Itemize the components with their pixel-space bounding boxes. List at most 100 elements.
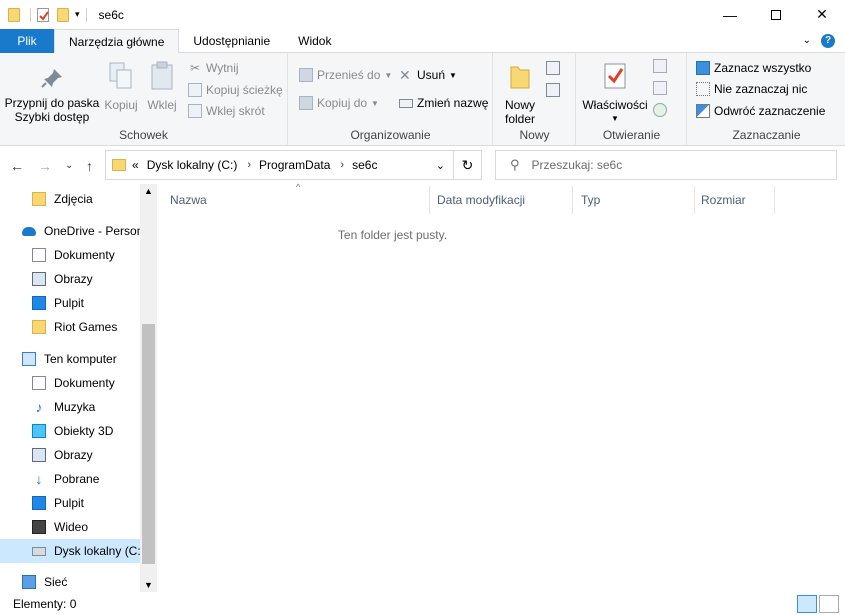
divider [30, 7, 31, 22]
nav-item[interactable]: Zdjęcia [0, 187, 140, 211]
nav-item[interactable]: Obrazy [0, 267, 140, 291]
column-name[interactable]: Nazwa [170, 186, 430, 214]
new-folder-icon[interactable] [57, 7, 69, 22]
tab-share[interactable]: Udostępnianie [179, 29, 284, 53]
paste-button[interactable]: Wklej [144, 61, 180, 112]
scroll-down-icon[interactable]: ▼ [144, 580, 153, 590]
scrollbar-thumb[interactable] [142, 324, 155, 564]
address-overflow[interactable]: « [132, 158, 139, 172]
nav-item[interactable]: Obiekty 3D [0, 419, 140, 443]
documents-icon [32, 376, 46, 390]
back-arrow-icon[interactable]: ← [10, 158, 24, 174]
address-bar[interactable]: « Dysk lokalny (C:) › ProgramData › se6c… [105, 150, 482, 180]
help-icon[interactable]: ? [821, 33, 835, 48]
nav-item-label: OneDrive - Person [44, 224, 140, 238]
nav-item[interactable]: Wideo [0, 515, 140, 539]
nav-item[interactable]: Riot Games [0, 315, 140, 339]
nav-item[interactable]: Obrazy [0, 443, 140, 467]
nav-item-label: Muzyka [54, 400, 96, 414]
new-item-button[interactable] [546, 61, 568, 77]
new-folder-button[interactable]: Nowy folder [498, 61, 542, 126]
large-icons-view-button[interactable] [819, 595, 839, 613]
search-box[interactable]: ⚲ Przeszukaj: se6c [495, 150, 837, 180]
open-button[interactable] [653, 59, 667, 73]
column-size[interactable]: Rozmiar [701, 186, 775, 214]
up-arrow-icon[interactable]: ↑ [86, 158, 93, 174]
copy-icon [109, 62, 132, 89]
nav-item[interactable]: Sieć [0, 570, 140, 592]
minimize-button[interactable]: — [707, 0, 753, 29]
column-date-modified[interactable]: Data modyfikacji [437, 186, 573, 214]
cut-button[interactable]: ✂ Wytnij [188, 61, 239, 75]
column-type[interactable]: Typ [581, 186, 695, 214]
chevron-right-icon[interactable]: › [247, 159, 251, 171]
breadcrumb-segment[interactable]: Dysk lokalny (C:) [147, 158, 238, 172]
copy-button[interactable]: Kopiuj [102, 61, 140, 112]
close-button[interactable]: ✕ [799, 0, 845, 29]
breadcrumb-segment[interactable]: se6c [352, 158, 377, 172]
refresh-icon[interactable]: ↻ [453, 151, 481, 179]
nav-item-label: Dysk lokalny (C:) [54, 544, 140, 558]
forward-arrow-icon[interactable]: → [38, 158, 52, 174]
delete-button[interactable]: ✕ Usuń ▼ [399, 68, 457, 82]
move-to-button[interactable]: Przenieś do ▼ [299, 68, 392, 82]
select-all-button[interactable]: Zaznacz wszystko [696, 61, 811, 75]
maximize-button[interactable] [753, 0, 799, 29]
recent-locations-icon[interactable]: ⌄ [65, 160, 73, 171]
documents-icon [32, 248, 46, 262]
easy-access-button[interactable] [546, 83, 568, 99]
ribbon-tabs: Plik Narzędzia główne Udostępnianie Wido… [0, 29, 845, 54]
tab-file[interactable]: Plik [0, 29, 54, 53]
delete-label: Usuń [417, 68, 446, 82]
nav-item[interactable]: Dokumenty [0, 243, 140, 267]
collapse-ribbon-icon[interactable]: ⌄ [803, 35, 811, 46]
pin-quick-access-button[interactable]: Przypnij do paska Szybki dostęp [4, 67, 100, 124]
nav-item[interactable]: Pulpit [0, 291, 140, 315]
item-count: Elementy: 0 [13, 596, 77, 611]
status-bar: Elementy: 0 [0, 592, 845, 615]
folder-icon [32, 192, 46, 206]
nav-item[interactable]: Dokumenty [0, 371, 140, 395]
properties-icon[interactable] [37, 7, 49, 22]
chevron-down-icon: ▼ [611, 114, 619, 123]
search-input[interactable]: Przeszukaj: se6c [532, 158, 623, 172]
folder-icon [8, 7, 20, 22]
scroll-up-icon[interactable]: ▲ [144, 186, 153, 196]
copy-to-button[interactable]: Kopiuj do ▼ [299, 96, 379, 110]
nav-item[interactable]: ♪ Muzyka [0, 395, 140, 419]
nav-item-label: Pulpit [54, 296, 85, 310]
rename-button[interactable]: Zmień nazwę [399, 96, 488, 110]
customize-toolbar-icon[interactable]: ▾ [75, 9, 80, 20]
properties-icon [604, 63, 626, 89]
breadcrumb-segment[interactable]: ProgramData [259, 158, 330, 172]
select-none-label: Nie zaznaczaj nic [714, 82, 808, 96]
paste-shortcut-button[interactable]: Wklej skrót [188, 104, 265, 118]
tab-view[interactable]: Widok [284, 29, 345, 53]
address-dropdown-icon[interactable]: ⌄ [428, 159, 453, 172]
nav-item[interactable]: Ten komputer [0, 347, 140, 371]
chevron-right-icon[interactable]: › [340, 159, 344, 171]
nav-item[interactable]: ↓ Pobrane [0, 467, 140, 491]
cut-label: Wytnij [206, 61, 239, 75]
history-button[interactable] [653, 103, 667, 117]
objects-3d-icon [32, 424, 46, 438]
select-none-icon [696, 82, 710, 96]
empty-folder-message: Ten folder jest pusty. [337, 228, 448, 242]
copy-path-button[interactable]: Kopiuj ścieżkę [188, 83, 283, 97]
edit-button[interactable] [653, 81, 667, 95]
invert-selection-button[interactable]: Odwróć zaznaczenie [696, 104, 825, 118]
paste-icon [151, 61, 173, 90]
properties-button[interactable]: Właściwości ▼ [581, 61, 649, 126]
group-organize: Przenieś do ▼ Kopiuj do ▼ ✕ Usuń ▼ Zmień na… [289, 53, 493, 146]
nav-item[interactable]: Pulpit [0, 491, 140, 515]
group-new: Nowy folder Nowy [494, 53, 576, 146]
nav-item-label: Obrazy [54, 272, 93, 286]
nav-item[interactable]: Dysk lokalny (C:) [0, 539, 140, 563]
select-none-button[interactable]: Nie zaznaczaj nic [696, 82, 807, 96]
details-view-button[interactable] [797, 595, 817, 613]
chevron-down-icon: ▼ [384, 70, 393, 80]
paste-label: Wklej [147, 98, 177, 112]
nav-item[interactable]: OneDrive - Person [0, 219, 140, 243]
tab-home[interactable]: Narzędzia główne [54, 29, 180, 54]
copy-path-label: Kopiuj ścieżkę [206, 83, 283, 97]
